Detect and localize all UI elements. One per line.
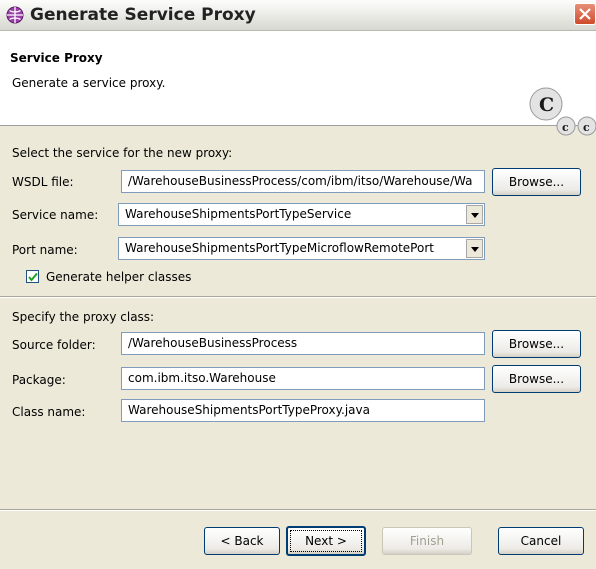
wsdl-browse-button[interactable]: Browse... <box>492 168 581 196</box>
back-button[interactable]: < Back <box>204 527 280 555</box>
service-name-label: Service name: <box>12 208 99 222</box>
finish-button[interactable]: Finish <box>382 527 472 555</box>
title-bar[interactable]: Generate Service Proxy <box>0 0 596 31</box>
source-browse-button[interactable]: Browse... <box>492 330 581 358</box>
source-folder-field[interactable]: /WarehouseBusinessProcess <box>121 332 485 355</box>
proxy-section-heading: Specify the proxy class: <box>12 310 155 324</box>
next-button-label: Next > <box>290 530 362 552</box>
dialog-window: Generate Service Proxy Service Proxy Gen… <box>0 0 596 569</box>
svg-text:C: C <box>539 94 554 116</box>
banner-title: Service Proxy <box>10 51 103 65</box>
package-label: Package: <box>12 373 66 387</box>
wsdl-file-field[interactable]: /WarehouseBusinessProcess/com/ibm/itso/W… <box>121 170 485 193</box>
window-title: Generate Service Proxy <box>30 5 256 25</box>
port-name-value: WarehouseShipmentsPortTypeMicroflowRemot… <box>125 241 434 255</box>
generate-helper-label[interactable]: Generate helper classes <box>46 270 191 284</box>
port-name-select[interactable]: WarehouseShipmentsPortTypeMicroflowRemot… <box>118 237 485 260</box>
package-field[interactable]: com.ibm.itso.Warehouse <box>121 367 485 390</box>
service-section-heading: Select the service for the new proxy: <box>12 146 233 160</box>
service-name-value: WarehouseShipmentsPortTypeService <box>125 207 352 221</box>
chevron-down-icon[interactable] <box>466 239 483 258</box>
class-name-label: Class name: <box>12 405 86 419</box>
wsdl-file-label: WSDL file: <box>12 175 74 189</box>
port-name-label: Port name: <box>12 243 78 257</box>
package-browse-button[interactable]: Browse... <box>492 365 581 393</box>
source-folder-label: Source folder: <box>12 338 96 352</box>
generate-helper-checkbox[interactable] <box>26 270 39 283</box>
svg-text:c: c <box>562 121 569 134</box>
service-name-select[interactable]: WarehouseShipmentsPortTypeService <box>118 203 485 226</box>
class-c-icon: C c c <box>528 86 596 143</box>
banner-description: Generate a service proxy. <box>12 76 166 90</box>
svg-text:c: c <box>583 121 590 134</box>
globe-icon <box>6 6 24 24</box>
class-name-field[interactable]: WarehouseShipmentsPortTypeProxy.java <box>121 399 485 422</box>
cancel-button[interactable]: Cancel <box>498 527 584 555</box>
wizard-banner: Service Proxy Generate a service proxy. … <box>0 31 596 136</box>
next-button[interactable]: Next > <box>286 526 366 556</box>
chevron-down-icon[interactable] <box>466 205 483 224</box>
check-icon <box>28 272 38 282</box>
section-divider <box>0 296 596 298</box>
footer-divider <box>0 509 596 511</box>
close-button[interactable] <box>574 3 596 25</box>
close-icon <box>579 8 591 20</box>
